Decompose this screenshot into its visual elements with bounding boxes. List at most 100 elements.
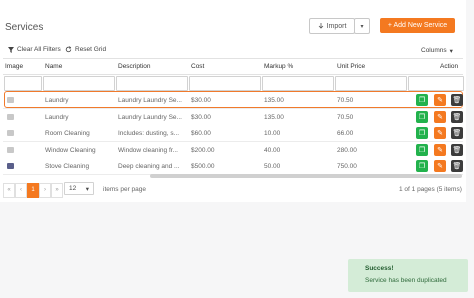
trash-icon: 🗑 [452,163,462,170]
unit-price-filter[interactable] [335,76,407,91]
cost-filter[interactable] [189,76,261,91]
columns-label: Columns [421,47,447,54]
success-toast[interactable]: Success! Service has been duplicated [348,259,468,292]
filter-icon [8,46,14,53]
columns-dropdown[interactable]: Columns ▾ [421,47,453,55]
edit-button[interactable]: ✎ [434,144,446,156]
download-icon [318,22,323,29]
pages-info: 1 of 1 pages (5 items) [399,186,462,193]
description-filter[interactable] [116,76,188,91]
chevron-down-icon: ▾ [449,48,453,55]
copy-icon: ❐ [418,163,426,170]
pagination: « ‹ 1 › » [3,182,63,198]
trash-icon: 🗑 [452,130,462,137]
edit-button[interactable]: ✎ [434,111,446,123]
duplicate-button[interactable]: ❐ [416,111,428,123]
trash-icon: 🗑 [452,147,462,154]
duplicate-button[interactable]: ❐ [416,94,428,106]
edit-button[interactable]: ✎ [434,160,446,172]
duplicate-button[interactable]: ❐ [416,144,428,156]
row-markup: 135.00 [264,114,284,121]
edit-button[interactable]: ✎ [434,94,446,106]
table-row[interactable]: Room Cleaning Includes: dusting, s... $6… [3,125,463,142]
toast-message: Service has been duplicated [365,277,447,284]
pencil-icon: ✎ [437,163,443,170]
table-row[interactable]: Laundry Laundry Laundry Se... $30.00 135… [3,91,463,109]
row-markup: 50.00 [264,163,281,170]
items-per-page-label: items per page [103,186,146,193]
reset-grid-button[interactable]: Reset Grid [65,46,106,53]
delete-button[interactable]: 🗑 [451,111,463,123]
row-unit-price: 280.00 [337,147,357,154]
clear-filters-label: Clear All Filters [17,46,61,53]
reset-grid-label: Reset Grid [75,46,107,53]
delete-button[interactable]: 🗑 [451,144,463,156]
column-header-image[interactable]: Image [5,63,23,70]
page-size-select[interactable]: 12 ▾ [64,182,94,195]
delete-button[interactable]: 🗑 [451,94,463,106]
import-button[interactable]: Import [309,18,355,34]
horizontal-scrollbar[interactable] [150,174,462,178]
services-card: Services Import ▾ + Add New Service Clea… [0,0,466,202]
image-filter[interactable] [4,76,42,91]
table-row[interactable]: Laundry Laundry Laundry Se... $30.00 135… [3,109,463,126]
first-page-button[interactable]: « [3,182,15,198]
image-placeholder-icon [7,147,14,153]
row-name: Room Cleaning [45,130,90,137]
import-label: Import [326,22,347,30]
action-filter[interactable] [408,76,464,91]
image-placeholder-icon [7,130,14,136]
row-description: Includes: dusting, s... [118,130,180,137]
name-filter[interactable] [43,76,115,91]
add-new-service-label: + Add New Service [387,22,448,29]
column-header-name[interactable]: Name [45,63,62,70]
copy-icon: ❐ [418,97,426,104]
pencil-icon: ✎ [437,114,443,121]
service-photo [7,163,14,169]
row-cost: $60.00 [191,130,211,137]
row-cost: $500.00 [191,163,215,170]
duplicate-button[interactable]: ❐ [416,127,428,139]
edit-button[interactable]: ✎ [434,127,446,139]
page-1-button[interactable]: 1 [27,182,39,198]
copy-icon: ❐ [418,147,426,154]
duplicate-button[interactable]: ❐ [416,160,428,172]
pencil-icon: ✎ [437,147,443,154]
pencil-icon: ✎ [437,130,443,137]
row-description: Deep cleaning and ... [118,163,180,170]
markup-filter[interactable] [262,76,334,91]
toast-title: Success! [365,265,394,272]
table-row[interactable]: Stove Cleaning Deep cleaning and ... $50… [3,158,463,175]
last-page-button[interactable]: » [51,182,63,198]
row-cost: $200.00 [191,147,215,154]
column-header-unit-price[interactable]: Unit Price [337,63,365,70]
copy-icon: ❐ [418,114,426,121]
table-row[interactable]: Window Cleaning Window cleaning fr... $2… [3,142,463,159]
delete-button[interactable]: 🗑 [451,127,463,139]
trash-icon: 🗑 [452,114,462,121]
pencil-icon: ✎ [437,97,443,104]
row-description: Laundry Laundry Se... [118,114,182,121]
refresh-icon [65,46,72,53]
add-new-service-button[interactable]: + Add New Service [380,18,455,33]
delete-button[interactable]: 🗑 [451,160,463,172]
column-header-description[interactable]: Description [118,63,151,70]
row-cost: $30.00 [191,114,211,121]
filter-row [3,74,464,92]
clear-filters-button[interactable]: Clear All Filters [8,46,61,53]
prev-page-button[interactable]: ‹ [15,182,27,198]
row-description: Window cleaning fr... [118,147,178,154]
row-description: Laundry Laundry Se... [118,97,182,104]
chevron-down-icon: ▾ [85,185,89,193]
page-title: Services [5,22,44,33]
column-header-cost[interactable]: Cost [191,63,204,70]
row-markup: 10.00 [264,130,281,137]
import-dropdown-toggle[interactable]: ▾ [354,18,370,34]
row-markup: 40.00 [264,147,281,154]
row-name: Stove Cleaning [45,163,90,170]
row-name: Laundry [45,114,69,121]
chevron-down-icon: ▾ [360,23,364,30]
column-header-markup[interactable]: Markup % [264,63,293,70]
row-unit-price: 70.50 [337,97,354,104]
next-page-button[interactable]: › [39,182,51,198]
